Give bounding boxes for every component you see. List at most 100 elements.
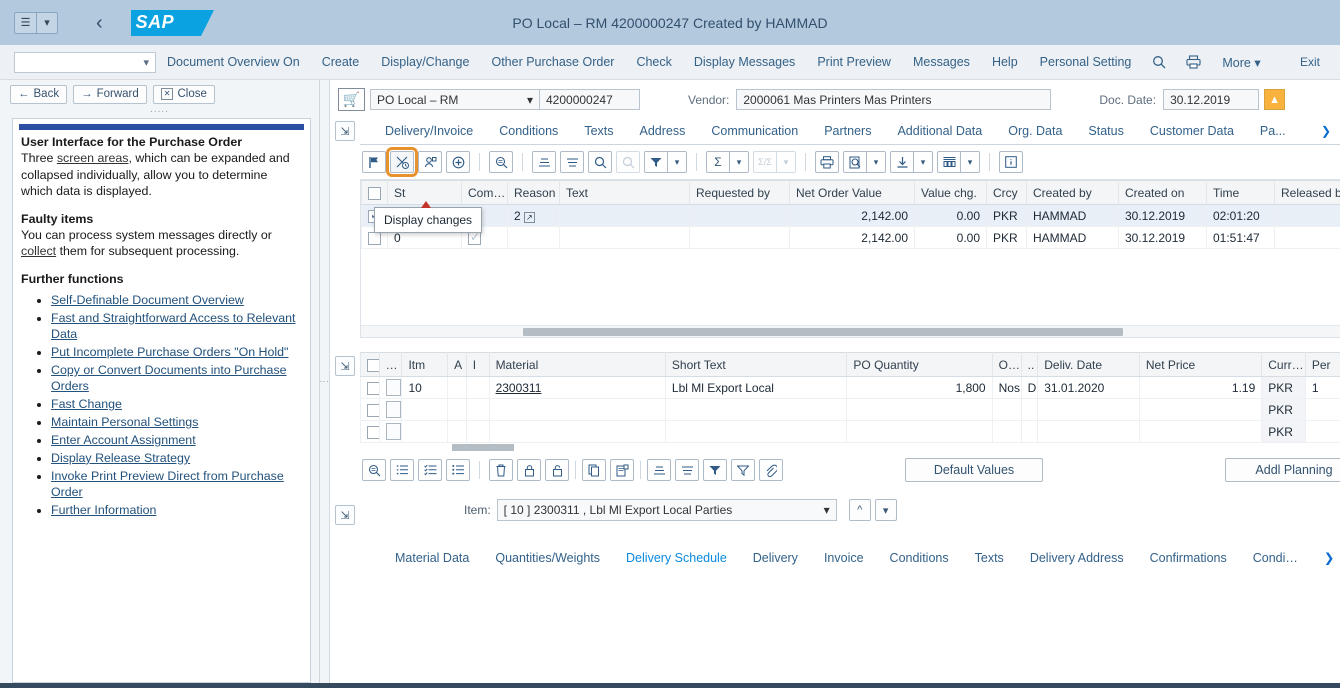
column-net-price[interactable]: Net Price [1138, 352, 1263, 377]
item-selector-dropdown[interactable]: [ 10 ] 2300311 , Lbl Ml Export Local Par… [496, 499, 837, 521]
screen-areas-link[interactable]: screen areas [57, 151, 129, 165]
column-currency[interactable]: Curr… [1261, 352, 1306, 377]
doc-date-field[interactable]: 30.12.2019 [1163, 89, 1260, 110]
paste-button[interactable] [610, 459, 634, 481]
filter-button[interactable] [644, 151, 668, 173]
help-link-print-preview[interactable]: Invoke Print Preview Direct from Purchas… [51, 469, 284, 499]
action-help[interactable]: Help [981, 55, 1029, 69]
tab-item-conditions[interactable]: Conditions [877, 551, 962, 569]
tab-delivery-address[interactable]: Delivery Address [1017, 551, 1137, 569]
info-button[interactable] [999, 151, 1023, 173]
attachment-button[interactable] [759, 459, 783, 481]
column-material[interactable]: Material [488, 352, 666, 377]
item-row-checkbox[interactable] [367, 381, 379, 395]
print-button[interactable] [815, 151, 839, 173]
po-type-select[interactable]: PO Local – RM ▾ [370, 89, 540, 110]
print-preview-button[interactable] [843, 151, 867, 173]
cell-material[interactable]: 2300311 [488, 376, 666, 399]
chevron-right-icon[interactable]: ❯ [1311, 550, 1340, 569]
help-panel-drag-handle[interactable]: ..... [0, 105, 319, 118]
column-released-by[interactable]: Released by [1274, 180, 1340, 205]
column-created-on[interactable]: Created on [1118, 180, 1207, 205]
action-messages[interactable]: Messages [902, 55, 981, 69]
table-row[interactable]: 0 2,142.00 0.00 PKR HAMMAD 30.12.2019 [361, 226, 1340, 249]
personal-value-list-button[interactable] [418, 151, 442, 173]
item-row-select-cell[interactable] [360, 376, 380, 399]
export-menu-button[interactable]: ▾ [914, 151, 933, 173]
column-itm[interactable]: Itm [401, 352, 449, 377]
help-link-fast-access[interactable]: Fast and Straightforward Access to Relev… [51, 311, 296, 341]
header-grid-hscrollbar[interactable] [361, 325, 1340, 337]
exit-button[interactable]: Exit [1300, 55, 1326, 69]
material-link[interactable]: 2300311 [496, 381, 542, 395]
tab-delivery[interactable]: Delivery [740, 551, 811, 569]
select-all-button[interactable] [390, 459, 414, 481]
column-category[interactable]: .. [1020, 352, 1039, 377]
sort-descending-button[interactable] [560, 151, 584, 173]
value-help-icon[interactable]: ↗ [524, 211, 535, 223]
column-per[interactable]: Per [1304, 352, 1340, 377]
back-chevron-icon[interactable]: ‹ [96, 13, 103, 33]
tab-item-texts[interactable]: Texts [962, 551, 1017, 569]
collapse-header-button[interactable]: ⇲ [335, 121, 355, 141]
tab-status[interactable]: Status [1075, 124, 1136, 144]
layout-button[interactable] [937, 151, 961, 173]
default-values-button[interactable]: Default Values [905, 458, 1043, 482]
vendor-field[interactable]: 2000061 Mas Printers Mas Printers [736, 89, 1052, 110]
item-filter-button[interactable] [703, 459, 727, 481]
po-number-field[interactable]: 4200000247 [540, 89, 640, 110]
column-po-quantity[interactable]: PO Quantity [846, 352, 993, 377]
table-row[interactable]: 1 2 ↗ 2,142.00 0.00 PKR HAMMAD 30.12.201… [361, 204, 1340, 227]
item-row-button[interactable] [385, 423, 401, 440]
search-icon[interactable] [1142, 55, 1176, 69]
item-row-indicator-cell[interactable] [378, 398, 403, 421]
action-create[interactable]: Create [311, 55, 371, 69]
add-button[interactable] [446, 151, 470, 173]
tab-address[interactable]: Address [627, 124, 699, 144]
column-a[interactable]: A [447, 352, 467, 377]
list-button[interactable] [446, 459, 470, 481]
action-other-purchase-order[interactable]: Other Purchase Order [480, 55, 625, 69]
find-next-button[interactable] [616, 151, 640, 173]
back-button[interactable]: ← Back [10, 84, 68, 104]
action-check[interactable]: Check [625, 55, 682, 69]
action-document-overview-on[interactable]: Document Overview On [156, 55, 311, 69]
tab-customer-data[interactable]: Customer Data [1137, 124, 1247, 144]
column-created-by[interactable]: Created by [1026, 180, 1119, 205]
column-i[interactable]: I [465, 352, 490, 377]
tab-material-data[interactable]: Material Data [382, 551, 482, 569]
help-link-copy-convert[interactable]: Copy or Convert Documents into Purchase … [51, 363, 287, 393]
copy-button[interactable] [582, 459, 606, 481]
table-row[interactable]: PKR [360, 420, 1340, 443]
layout-menu-button[interactable]: ▾ [961, 151, 980, 173]
tab-delivery-schedule[interactable]: Delivery Schedule [613, 551, 740, 569]
item-row-indicator-cell[interactable] [378, 420, 403, 443]
document-select[interactable]: ▾ [14, 51, 156, 73]
tab-partners-overflow[interactable]: Pa... [1247, 124, 1299, 144]
cell-reason[interactable]: 2 ↗ [507, 204, 560, 227]
item-sort-asc-button[interactable] [647, 459, 671, 481]
help-link-self-definable-document-overview[interactable]: Self-Definable Document Overview [51, 293, 244, 307]
next-item-button[interactable]: ▾ [874, 499, 897, 521]
total-menu-button[interactable]: ▾ [730, 151, 749, 173]
column-short-text[interactable]: Short Text [664, 352, 848, 377]
find-button[interactable] [588, 151, 612, 173]
tab-condition-overflow[interactable]: Condi… [1240, 551, 1311, 569]
export-button[interactable] [890, 151, 914, 173]
help-link-account-assignment[interactable]: Enter Account Assignment [51, 433, 196, 447]
chevron-right-icon[interactable]: ❯ [1312, 124, 1340, 144]
item-row-button[interactable] [385, 401, 401, 418]
item-select-all-header[interactable] [360, 352, 380, 377]
column-text[interactable]: Text [559, 180, 690, 205]
column-completed[interactable]: Com… [461, 180, 508, 205]
warning-triangle-icon[interactable]: ▲ [1264, 89, 1286, 110]
delete-button[interactable] [489, 459, 513, 481]
tab-partners[interactable]: Partners [811, 124, 884, 144]
column-requested-by[interactable]: Requested by [689, 180, 790, 205]
sort-ascending-button[interactable] [532, 151, 556, 173]
item-filter-clear-button[interactable] [731, 459, 755, 481]
item-row-checkbox[interactable] [367, 403, 379, 417]
action-more[interactable]: More ▾ [1211, 55, 1271, 70]
item-detail-button[interactable] [362, 459, 386, 481]
tab-confirmations[interactable]: Confirmations [1137, 551, 1240, 569]
